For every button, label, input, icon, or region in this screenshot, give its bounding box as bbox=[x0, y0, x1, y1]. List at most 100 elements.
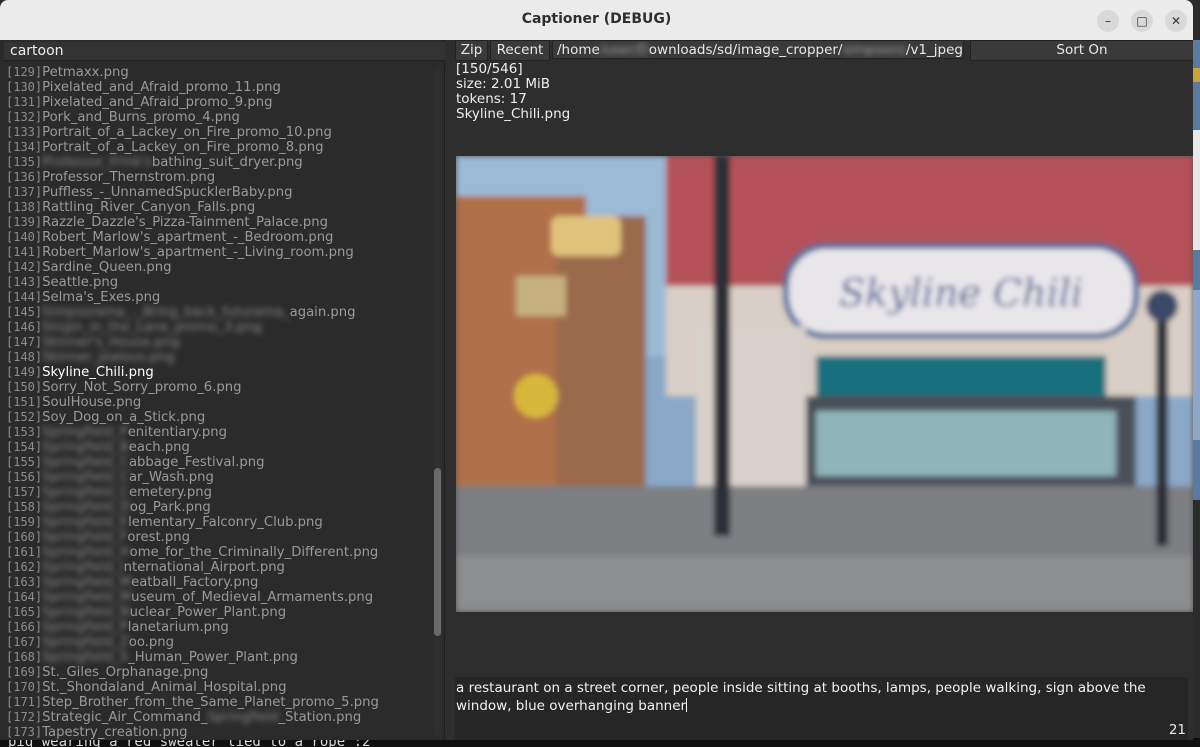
file-list-item[interactable]: [151]SoulHouse.png bbox=[6, 395, 426, 410]
folder-path-button[interactable]: /home/user/Downloads/sd/image_cropper/si… bbox=[552, 40, 964, 59]
file-index: [131] bbox=[6, 95, 43, 109]
file-name-redacted: Springfield bbox=[207, 710, 279, 725]
file-name-redacted: Springfield_P bbox=[42, 620, 128, 635]
file-name: eatball_Factory.png bbox=[131, 575, 259, 590]
file-list-item[interactable]: [139]Razzle_Dazzle's_Pizza-Tainment_Pala… bbox=[6, 215, 426, 230]
file-list-scrollbar[interactable] bbox=[433, 68, 442, 736]
file-list-item[interactable]: [173]Tapestry_creation.png bbox=[6, 725, 426, 740]
file-list-item[interactable]: [161]Springfield_Home_for_the_Criminally… bbox=[6, 545, 426, 560]
file-index: [155] bbox=[6, 455, 43, 469]
file-list-item[interactable]: [165]Springfield_Nuclear_Power_Plant.png bbox=[6, 605, 426, 620]
file-list-item[interactable]: [133]Portrait_of_a_Lackey_on_Fire_promo_… bbox=[6, 125, 426, 140]
file-list-item[interactable]: [147]Skinner's_House.png bbox=[6, 335, 426, 350]
file-list-item[interactable]: [163]Springfield_Meatball_Factory.png bbox=[6, 575, 426, 590]
file-name-redacted: Professor_Frink's bbox=[42, 155, 152, 170]
path-redacted-2: simpsons bbox=[842, 42, 906, 58]
file-name-redacted: Springfield_H bbox=[42, 545, 130, 560]
file-list-item[interactable]: [136]Professor_Thernstrom.png bbox=[6, 170, 426, 185]
file-name: Sorry_Not_Sorry_promo_6.png bbox=[42, 380, 242, 395]
file-list-item[interactable]: [156]Springfield_Car_Wash.png bbox=[6, 470, 426, 485]
sort-button[interactable]: Sort On bbox=[970, 40, 1193, 61]
path-middle: ownloads/sd/image_cropper/ bbox=[648, 42, 843, 58]
file-list-item[interactable]: [131]Pixelated_and_Afraid_promo_9.png bbox=[6, 95, 426, 110]
file-index: [170] bbox=[6, 680, 43, 694]
file-name: enitentiary.png bbox=[127, 425, 228, 440]
file-list-item[interactable]: [172]Strategic_Air_Command_Springfield_S… bbox=[6, 710, 426, 725]
file-index: [144] bbox=[6, 290, 43, 304]
file-list-item[interactable]: [149]Skyline_Chili.png bbox=[6, 365, 426, 380]
file-list-item[interactable]: [166]Springfield_Planetarium.png bbox=[6, 620, 426, 635]
file-name-redacted: Springfield_Z bbox=[42, 635, 129, 650]
file-list-item[interactable]: [135]Professor_Frink'sbathing_suit_dryer… bbox=[6, 155, 426, 170]
preview-pane: Zip Recent /home/user/Downloads/sd/image… bbox=[445, 40, 1193, 740]
file-list-item[interactable]: [157]Springfield_Cemetery.png bbox=[6, 485, 426, 500]
title-bar[interactable]: Captioner (DEBUG) – □ ✕ bbox=[0, 0, 1193, 41]
file-list-item[interactable]: [141]Robert_Marlow's_apartment_-_Living_… bbox=[6, 245, 426, 260]
file-list-item[interactable]: [143]Seattle.png bbox=[6, 275, 426, 290]
file-list-item[interactable]: [154]Springfield_Beach.png bbox=[6, 440, 426, 455]
file-list-item[interactable]: [144]Selma's_Exes.png bbox=[6, 290, 426, 305]
file-index: [147] bbox=[6, 335, 43, 349]
file-name-redacted: Springfield_M bbox=[42, 590, 132, 605]
file-index: [134] bbox=[6, 140, 43, 154]
file-name-redacted: Springfield_C bbox=[42, 485, 129, 500]
file-list-item[interactable]: [148]Skinner_jealous.png bbox=[6, 350, 426, 365]
file-list-item[interactable]: [162]Springfield_International_Airport.p… bbox=[6, 560, 426, 575]
file-list-item[interactable]: [167]Springfield_Zoo.png bbox=[6, 635, 426, 650]
file-name-redacted: Springfield_M bbox=[42, 575, 132, 590]
file-index: [146] bbox=[6, 320, 43, 334]
file-list-item[interactable]: [137]Puffless_-_UnnamedSpucklerBaby.png bbox=[6, 185, 426, 200]
file-name: Skyline_Chili.png bbox=[42, 365, 154, 380]
file-list-item[interactable]: [129]Petmaxx.png bbox=[6, 65, 426, 80]
file-name: _Human_Power_Plant.png bbox=[128, 650, 298, 665]
file-index: [160] bbox=[6, 530, 43, 544]
file-list-item[interactable]: [159]Springfield_Elementary_Falconry_Clu… bbox=[6, 515, 426, 530]
file-name-redacted: Skinner's_House.png bbox=[42, 335, 180, 350]
file-list-item[interactable]: [142]Sardine_Queen.png bbox=[6, 260, 426, 275]
file-list-item[interactable]: [130]Pixelated_and_Afraid_promo_11.png bbox=[6, 80, 426, 95]
caption-editor[interactable]: a restaurant on a street corner, people … bbox=[455, 677, 1188, 740]
file-index: [158] bbox=[6, 500, 43, 514]
file-name-redacted: Simpsorama_-_Bring_back_futurama_ bbox=[42, 305, 290, 320]
file-list-item[interactable]: [169]St._Giles_Orphanage.png bbox=[6, 665, 426, 680]
file-list-item[interactable]: [160]Springfield_Forest.png bbox=[6, 530, 426, 545]
scrollbar-thumb[interactable] bbox=[434, 468, 441, 636]
file-index: [166] bbox=[6, 620, 43, 634]
file-list-item[interactable]: [164]Springfield_Museum_of_Medieval_Arma… bbox=[6, 590, 426, 605]
file-name-redacted: Springfield_I bbox=[42, 560, 124, 575]
file-list-item[interactable]: [150]Sorry_Not_Sorry_promo_6.png bbox=[6, 380, 426, 395]
zip-button[interactable]: Zip bbox=[455, 40, 488, 61]
close-button[interactable]: ✕ bbox=[1165, 10, 1187, 32]
file-list-item[interactable]: [134]Portrait_of_a_Lackey_on_Fire_promo_… bbox=[6, 140, 426, 155]
file-list-item[interactable]: [152]Soy_Dog_on_a_Stick.png bbox=[6, 410, 426, 425]
file-name-redacted: Springfield_C bbox=[42, 470, 129, 485]
file-index: [164] bbox=[6, 590, 43, 604]
file-list-item[interactable]: [140]Robert_Marlow's_apartment_-_Bedroom… bbox=[6, 230, 426, 245]
file-name: Pixelated_and_Afraid_promo_9.png bbox=[42, 95, 273, 110]
file-list-item[interactable]: [153]Springfield_Penitentiary.png bbox=[6, 425, 426, 440]
file-list-item[interactable]: [171]Step_Brother_from_the_Same_Planet_p… bbox=[6, 695, 426, 710]
file-list-item[interactable]: [168]Springfield_S_Human_Power_Plant.png bbox=[6, 650, 426, 665]
file-index: [169] bbox=[6, 665, 43, 679]
file-name: Razzle_Dazzle's_Pizza-Tainment_Palace.pn… bbox=[42, 215, 328, 230]
file-name: oo.png bbox=[128, 635, 174, 650]
file-index: [163] bbox=[6, 575, 43, 589]
file-list-item[interactable]: [146]Singin_in_the_Lane_promo_3.png bbox=[6, 320, 426, 335]
file-list-item[interactable]: [138]Rattling_River_Canyon_Falls.png bbox=[6, 200, 426, 215]
file-index: [171] bbox=[6, 695, 43, 709]
minimize-button[interactable]: – bbox=[1097, 10, 1119, 32]
file-list-item[interactable]: [132]Pork_and_Burns_promo_4.png bbox=[6, 110, 426, 125]
file-name: _Station.png bbox=[278, 710, 362, 725]
recent-button[interactable]: Recent bbox=[490, 40, 550, 61]
file-list-item[interactable]: [145]Simpsorama_-_Bring_back_futurama_ag… bbox=[6, 305, 426, 320]
file-index: [173] bbox=[6, 725, 43, 739]
file-index: [141] bbox=[6, 245, 43, 259]
file-index: [162] bbox=[6, 560, 43, 574]
image-info: [150/546] size: 2.01 MiB tokens: 17 Skyl… bbox=[456, 62, 570, 122]
caption-text[interactable]: a restaurant on a street corner, people … bbox=[456, 679, 1176, 715]
file-list-item[interactable]: [158]Springfield_Dog_Park.png bbox=[6, 500, 426, 515]
file-list-item[interactable]: [155]Springfield_Cabbage_Festival.png bbox=[6, 455, 426, 470]
search-input[interactable]: cartoon bbox=[4, 42, 446, 61]
maximize-button[interactable]: □ bbox=[1131, 10, 1153, 32]
file-list-item[interactable]: [170]St._Shondaland_Animal_Hospital.png bbox=[6, 680, 426, 695]
